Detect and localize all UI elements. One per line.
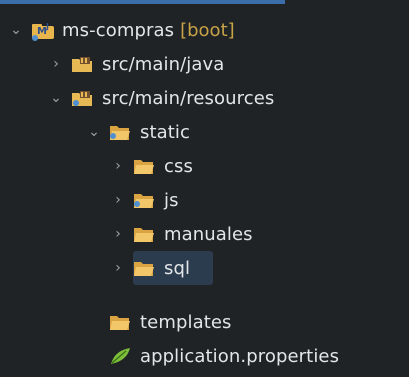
folder-icon	[132, 258, 156, 278]
folder-icon	[132, 224, 156, 244]
tree-item-label: application.properties	[140, 345, 340, 367]
tree-item-css[interactable]: › css	[110, 149, 193, 183]
chevron-right-icon[interactable]: ›	[48, 47, 64, 81]
chevron-right-icon[interactable]: ›	[110, 149, 126, 183]
chevron-right-icon[interactable]: ›	[110, 217, 126, 251]
tree-item-js[interactable]: › js	[110, 183, 179, 217]
tree-item-label: src/main/resources	[102, 87, 275, 109]
chevron-down-icon[interactable]: ⌄	[48, 81, 64, 115]
tree-item-label: manuales	[164, 223, 253, 245]
tree-item-sql[interactable]: › sql	[110, 251, 190, 285]
chevron-right-icon[interactable]: ›	[110, 251, 126, 285]
tree-item-label: sql	[164, 257, 191, 279]
folder-icon	[132, 190, 156, 210]
source-folder-icon	[70, 88, 94, 108]
properties-file-icon	[108, 346, 132, 366]
tree-item-label: static	[140, 121, 191, 143]
tree-item-src-main-resources[interactable]: ⌄ src/main/resources	[48, 81, 274, 115]
tree-item-label: templates	[140, 311, 232, 333]
folder-icon	[132, 156, 156, 176]
tree-item-static[interactable]: ⌄ static	[86, 115, 190, 149]
project-name: ms-compras	[62, 19, 175, 41]
source-folder-icon	[70, 54, 94, 74]
chevron-down-icon[interactable]: ⌄	[86, 115, 102, 149]
project-tag: [boot]	[180, 19, 235, 41]
tree-item-label: css	[164, 155, 193, 177]
chevron-right-icon[interactable]: ›	[110, 183, 126, 217]
tree-item-project[interactable]: ⌄ M J ms-compras [boot]	[8, 13, 235, 47]
chevron-down-icon[interactable]: ⌄	[8, 13, 24, 47]
maven-project-icon: M J	[30, 20, 54, 41]
tree-item-templates[interactable]: templates	[108, 305, 232, 339]
tree-item-label: src/main/java	[102, 53, 225, 75]
tree-item-manuales[interactable]: › manuales	[110, 217, 253, 251]
view-focus-bar	[0, 0, 285, 4]
tree-item-application-properties[interactable]: application.properties	[108, 339, 339, 373]
svg-text:J: J	[45, 22, 49, 31]
folder-icon	[108, 312, 132, 332]
folder-icon	[108, 122, 132, 142]
tree-item-label: js	[164, 189, 179, 211]
tree-item-src-main-java[interactable]: › src/main/java	[48, 47, 224, 81]
